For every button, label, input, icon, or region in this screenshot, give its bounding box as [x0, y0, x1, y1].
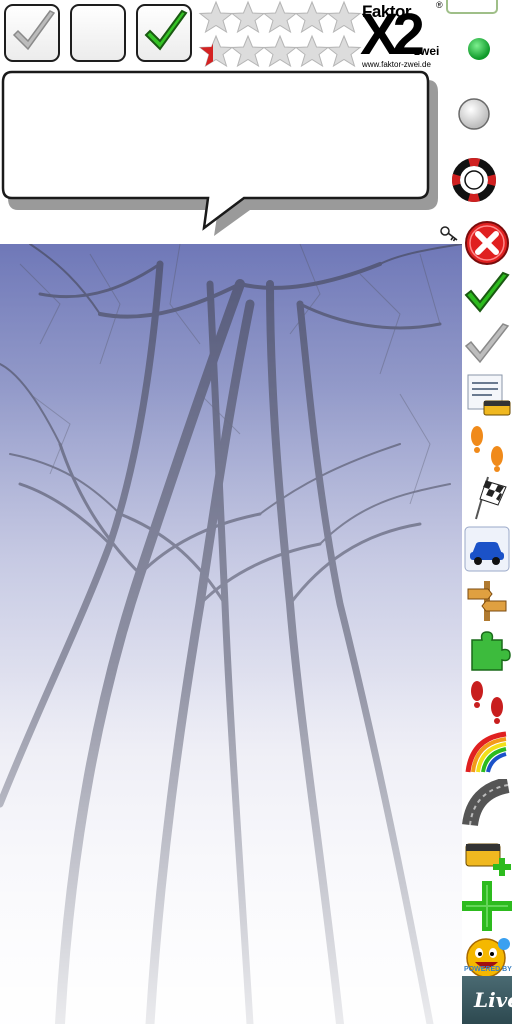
- live-label: Live: [474, 988, 512, 1012]
- rating-star-icon[interactable]: [262, 0, 298, 34]
- rating-star-icon[interactable]: [294, 0, 330, 34]
- car-icon[interactable]: [462, 524, 512, 574]
- rating-star-icon[interactable]: [198, 34, 234, 68]
- checkmark-gray-icon[interactable]: [462, 320, 512, 370]
- logo-zwei: zwei: [414, 44, 440, 58]
- lifebuoy-icon[interactable]: [450, 156, 498, 204]
- checkered-flag-icon[interactable]: [462, 473, 512, 523]
- powered-by-label: POWERED BY: [464, 966, 512, 973]
- footsteps-orange-icon[interactable]: [462, 422, 512, 472]
- signpost-icon[interactable]: [462, 575, 512, 625]
- rating-star-icon[interactable]: [262, 34, 298, 68]
- sidebar-toolbar: [462, 216, 512, 1024]
- rating-star-icon[interactable]: [326, 34, 362, 68]
- checkmark-green-icon[interactable]: [462, 269, 512, 319]
- checkbox-checked-gray[interactable]: [4, 4, 60, 62]
- checkmark-icon: [12, 10, 56, 51]
- status-dot-green-icon: [468, 38, 490, 60]
- rainbow-icon[interactable]: [462, 728, 512, 778]
- smiley-icon[interactable]: [462, 932, 512, 982]
- delete-icon[interactable]: [462, 218, 512, 268]
- puzzle-piece-icon[interactable]: [462, 626, 512, 676]
- speech-bubble: [0, 70, 440, 240]
- rating-star-icon[interactable]: [294, 34, 330, 68]
- list-box-icon[interactable]: [462, 371, 512, 421]
- checkmark-icon: [144, 9, 188, 51]
- rating-star-icon[interactable]: [230, 34, 266, 68]
- footsteps-red-icon[interactable]: [462, 677, 512, 727]
- rating-star-icon[interactable]: [198, 0, 234, 34]
- add-box-icon[interactable]: [462, 830, 512, 880]
- checkbox-checked-green[interactable]: [136, 4, 192, 62]
- logo-url: www.faktor-zwei.de: [362, 60, 431, 69]
- logo-faktor: Faktor: [362, 2, 411, 21]
- plus-icon[interactable]: [462, 881, 512, 931]
- road-curve-icon[interactable]: [462, 779, 512, 829]
- logo-registered: ®: [436, 0, 443, 10]
- rating-star-icon[interactable]: [230, 0, 266, 34]
- forest-background-image: [0, 244, 462, 1024]
- rating-star-icon[interactable]: [326, 0, 362, 34]
- faktor-zwei-logo: X2 Faktor zwei ® www.faktor-zwei.de: [358, 0, 448, 72]
- top-right-button[interactable]: [446, 0, 498, 14]
- key-cursor-icon: [440, 226, 458, 242]
- checkbox-empty[interactable]: [70, 4, 126, 62]
- status-dot-gray-icon: [458, 98, 490, 130]
